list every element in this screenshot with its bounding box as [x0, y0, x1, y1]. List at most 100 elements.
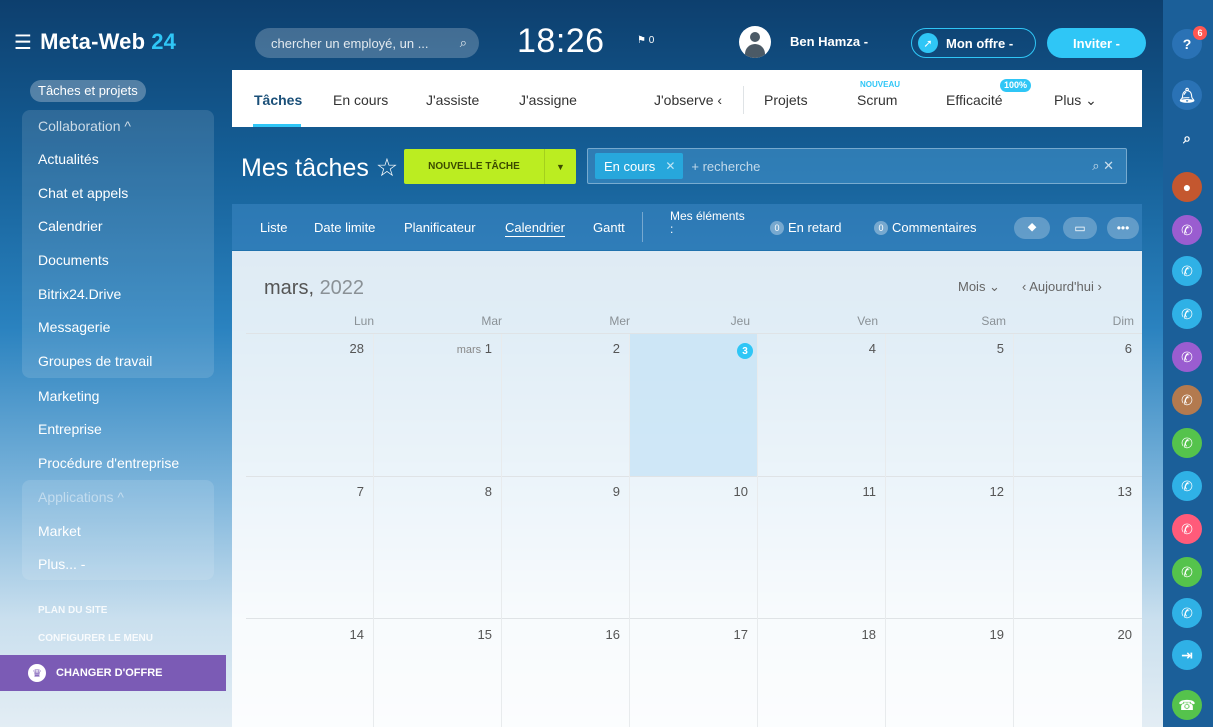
overdue-filter[interactable]: 0 En retard — [770, 220, 841, 235]
sidebar-item-drive[interactable]: Bitrix24.Drive — [38, 286, 121, 302]
search-input[interactable]: chercher un employé, un ... — [271, 36, 460, 51]
day-cell[interactable]: 2 — [540, 341, 620, 356]
door-icon[interactable]: ⇥ — [1172, 640, 1202, 670]
task-filter[interactable]: En cours ✕ + recherche ⌕ ✕ — [587, 148, 1127, 184]
call-icon[interactable]: ☎ — [1172, 690, 1202, 720]
filter-chip-in-progress[interactable]: En cours ✕ — [595, 153, 684, 179]
view-gantt[interactable]: Gantt — [593, 220, 625, 235]
change-offer-button[interactable]: ♛ CHANGER D'OFFRE — [0, 655, 226, 691]
menu-icon[interactable]: ☰ — [14, 30, 32, 55]
phone-icon[interactable]: ✆ — [1172, 514, 1202, 544]
grid-line — [246, 618, 1142, 619]
bell-icon[interactable]: 🔔︎ — [1172, 80, 1202, 110]
sidebar-item-company[interactable]: Entreprise — [38, 421, 102, 437]
invite-button[interactable]: Inviter - — [1047, 28, 1146, 58]
phone-icon[interactable]: ✆ — [1172, 342, 1202, 372]
day-cell[interactable]: 4 — [796, 341, 876, 356]
sidebar-item-workgroups[interactable]: Groupes de travail — [38, 353, 152, 369]
phone-icon[interactable]: ✆ — [1172, 256, 1202, 286]
robot-button[interactable]: ▭ — [1063, 217, 1097, 239]
filter-search-input[interactable]: + recherche — [691, 159, 1092, 174]
chevron-down-icon[interactable]: ▼ — [545, 162, 576, 172]
more-actions-button[interactable]: ••• — [1107, 217, 1139, 239]
view-list[interactable]: Liste — [260, 220, 287, 235]
tab-more[interactable]: Plus ⌄ — [1054, 92, 1097, 109]
employee-search[interactable]: chercher un employé, un ... ⌕ — [255, 28, 479, 58]
view-planner[interactable]: Planificateur — [404, 220, 476, 235]
user-avatar[interactable] — [739, 26, 771, 58]
day-cell[interactable]: 19 — [924, 627, 1004, 642]
tab-scrum[interactable]: Scrum — [857, 92, 897, 108]
view-calendar[interactable]: Calendrier — [505, 220, 565, 235]
day-cell[interactable]: 8 — [412, 484, 492, 499]
day-cell[interactable]: 14 — [284, 627, 364, 642]
day-cell[interactable]: 9 — [540, 484, 620, 499]
site-map-link[interactable]: PLAN DU SITE — [38, 605, 107, 616]
collaboration-header[interactable]: Collaboration ^ — [38, 118, 131, 134]
search-icon[interactable]: ⌕ — [1172, 123, 1202, 153]
sidebar-item-process[interactable]: Procédure d'entreprise — [38, 455, 179, 471]
day-cell[interactable]: 10 — [668, 484, 748, 499]
day-cell[interactable]: 6 — [1052, 341, 1132, 356]
sidebar-item-documents[interactable]: Documents — [38, 252, 109, 268]
comments-filter[interactable]: 0 Commentaires — [874, 220, 977, 235]
tab-projects[interactable]: Projets — [764, 92, 808, 108]
new-task-button[interactable]: NOUVELLE TÂCHE ▼ — [404, 149, 576, 184]
clock[interactable]: 18:26 — [517, 22, 605, 61]
day-cell[interactable]: 18 — [796, 627, 876, 642]
day-cell[interactable]: mars 1 — [412, 341, 492, 356]
day-cell[interactable]: 17 — [668, 627, 748, 642]
sidebar-item-chat[interactable]: Chat et appels — [38, 185, 128, 201]
app-logo[interactable]: ☰ Meta-Web 24 — [14, 28, 176, 56]
phone-icon[interactable]: ✆ — [1172, 471, 1202, 501]
avatar[interactable]: ● — [1172, 172, 1202, 202]
phone-icon[interactable]: ✆ — [1172, 215, 1202, 245]
sidebar-item-calendar[interactable]: Calendrier — [38, 218, 103, 234]
filter-tools[interactable]: ⌕ ✕ — [1092, 158, 1114, 174]
day-cell[interactable]: 16 — [540, 627, 620, 642]
day-cell[interactable]: 7 — [284, 484, 364, 499]
search-icon: ⌕ — [459, 35, 467, 50]
applications-header[interactable]: Applications ^ — [38, 489, 124, 505]
day-cell[interactable]: 11 — [796, 484, 877, 499]
sidebar-item-more[interactable]: Plus... - — [38, 556, 85, 572]
close-icon[interactable]: ✕ — [665, 159, 675, 173]
today-navigator[interactable]: ‹ Aujourd'hui › — [1022, 279, 1102, 294]
sidebar-item-tasks[interactable]: Tâches et projets — [30, 80, 146, 102]
page-title[interactable]: Mes tâches ☆ — [241, 153, 398, 183]
sidebar-item-news[interactable]: Actualités — [38, 151, 99, 167]
day-cell[interactable]: 12 — [924, 484, 1004, 499]
tab-observe[interactable]: J'observe ‹ — [654, 92, 722, 108]
day-cell[interactable]: 15 — [412, 627, 492, 642]
sidebar-item-mail[interactable]: Messagerie — [38, 319, 110, 335]
day-cell[interactable]: 28 — [284, 341, 364, 356]
phone-icon[interactable]: ✆ — [1172, 557, 1202, 587]
tab-tasks[interactable]: Tâches — [254, 92, 302, 108]
phone-icon[interactable]: ✆ — [1172, 299, 1202, 329]
phone-icon[interactable]: ✆ — [1172, 428, 1202, 458]
my-offer-button[interactable]: ➚ Mon offre - — [911, 28, 1036, 58]
day-cell[interactable]: 13 — [1052, 484, 1132, 499]
phone-icon[interactable]: ✆ — [1172, 385, 1202, 415]
scrum-new-tag: NOUVEAU — [860, 80, 901, 89]
tab-assist[interactable]: J'assiste — [426, 92, 479, 108]
right-rail: ? 🔔︎ ⌕ ● ✆ ✆ ✆ ✆ ✆ ✆ ✆ ✆ ✆ ✆ ⇥ ☎ — [1163, 0, 1213, 727]
phone-icon[interactable]: ✆ — [1172, 598, 1202, 628]
view-deadline[interactable]: Date limite — [314, 220, 375, 235]
calendar-mode-select[interactable]: Mois ⌄ — [958, 279, 1000, 295]
today-marker[interactable]: 3 — [737, 343, 753, 359]
comments-count: 0 — [874, 221, 888, 235]
tab-efficiency[interactable]: Efficacité — [946, 92, 1003, 108]
tab-in-progress[interactable]: En cours — [333, 92, 388, 108]
configure-menu-link[interactable]: CONFIGURER LE MENU — [38, 633, 153, 644]
overdue-label: En retard — [788, 220, 842, 235]
flag-counter[interactable]: ⚑ 0 — [637, 35, 654, 46]
sidebar-item-marketing[interactable]: Marketing — [38, 388, 99, 404]
day-cell[interactable]: 5 — [924, 341, 1004, 356]
user-menu[interactable]: Ben Hamza - — [790, 34, 868, 49]
chat-toggle[interactable]: ⯁ — [1014, 217, 1050, 239]
day-cell[interactable]: 20 — [1052, 627, 1132, 642]
comments-label: Commentaires — [892, 220, 977, 235]
tab-assign[interactable]: J'assigne — [519, 92, 577, 108]
sidebar-item-market[interactable]: Market — [38, 523, 81, 539]
